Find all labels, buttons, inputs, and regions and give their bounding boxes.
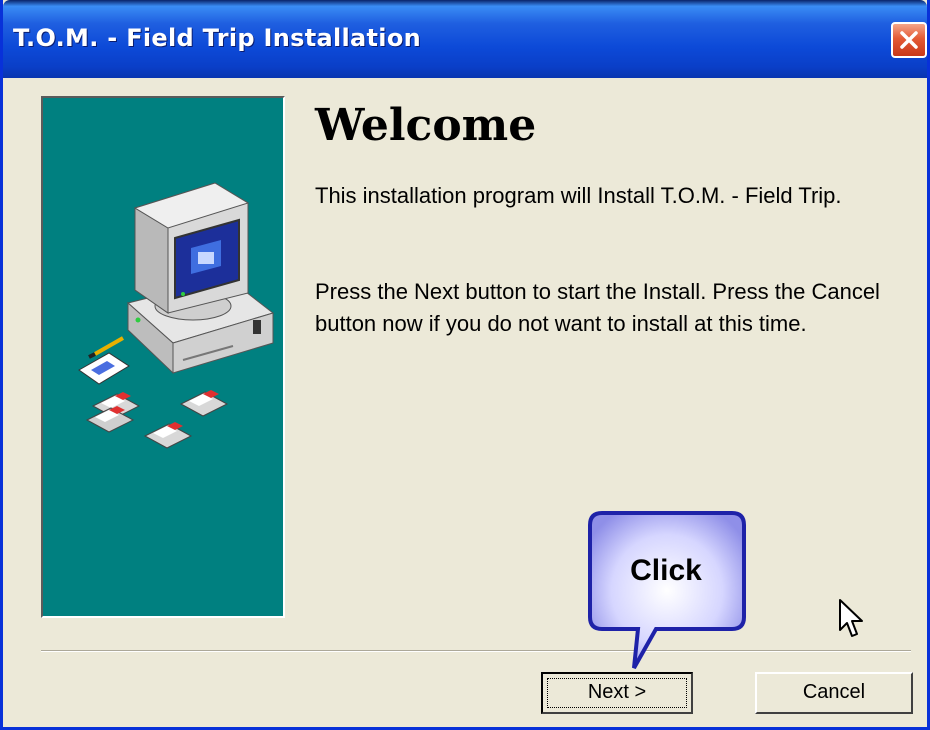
window-title: T.O.M. - Field Trip Installation [13,24,421,52]
installer-window: T.O.M. - Field Trip Installation Welcome… [0,0,930,730]
welcome-heading: Welcome [315,100,537,151]
side-graphic-panel [41,96,285,618]
next-button-label: Next > [587,681,647,703]
instruction-text: Press the Next button to start the Insta… [315,279,880,336]
separator-line [41,650,911,652]
computer-illustration [126,182,275,375]
next-button[interactable]: Next > [541,672,693,714]
cancel-button-label: Cancel [802,681,866,703]
intro-text: This installation program will Install T… [315,183,842,208]
close-button[interactable] [891,22,927,58]
floppy-disk-icon [179,390,229,417]
cancel-button[interactable]: Cancel [755,672,913,714]
floppy-disk-icon [85,392,141,433]
mouse-cursor-icon [839,599,863,637]
click-callout: Click [586,510,748,669]
dialog-body: Welcome This installation program will I… [3,78,927,727]
callout-text: Click [630,554,702,587]
title-bar[interactable]: T.O.M. - Field Trip Installation [3,0,927,78]
close-icon [900,31,918,49]
notepad-pencil-icon [78,336,130,385]
floppy-disk-icon [143,422,193,449]
